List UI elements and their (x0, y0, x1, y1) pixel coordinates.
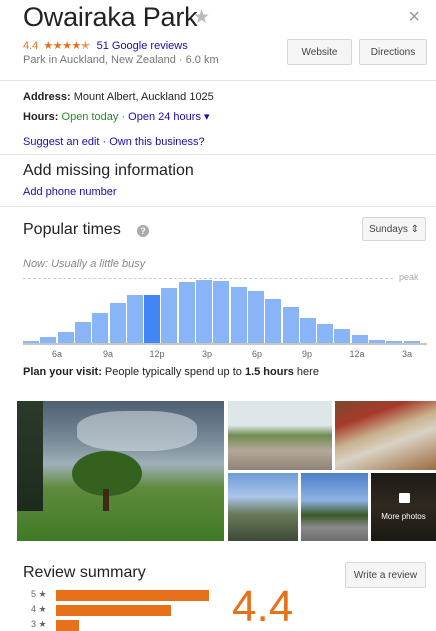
tick-label: 6a (51, 349, 63, 359)
busyness-bar[interactable] (109, 303, 126, 343)
busyness-bar[interactable] (334, 329, 351, 343)
plan-duration: 1.5 hours (244, 366, 294, 378)
chart-baseline (23, 343, 427, 345)
photo-left-tree (17, 401, 43, 511)
photo-trunk (103, 489, 109, 511)
busyness-bar[interactable] (178, 282, 195, 343)
photo-grid: More photos (17, 401, 436, 541)
tick-label: 12a (349, 349, 365, 359)
write-review-button[interactable]: Write a review (345, 562, 426, 588)
busyness-bar[interactable] (317, 324, 334, 343)
tick-label: 12p (149, 349, 165, 359)
plan-visit: Plan your visit: People typically spend … (23, 366, 319, 378)
busyness-bar[interactable] (92, 313, 109, 343)
plan-text: People typically spend up to (101, 366, 245, 378)
busyness-bar[interactable] (161, 288, 178, 343)
tick-label: 3a (401, 349, 413, 359)
busyness-bar[interactable] (213, 281, 230, 343)
tick-label: 9a (102, 349, 114, 359)
histogram-star-label: 4 ★ (31, 604, 47, 614)
photo-thumbnail[interactable] (228, 401, 332, 470)
tick-label: 9p (301, 349, 313, 359)
histogram-bar (56, 620, 79, 631)
busyness-bar[interactable] (196, 280, 212, 343)
busyness-bar[interactable] (230, 287, 247, 343)
busyness-bar[interactable] (74, 322, 91, 343)
more-photos-overlay (371, 473, 436, 541)
busyness-bar[interactable] (247, 291, 264, 343)
histogram-bar (56, 605, 171, 616)
busyness-bar[interactable] (299, 318, 316, 343)
review-summary-title: Review summary (23, 564, 146, 581)
photo-thumbnail[interactable] (301, 473, 368, 541)
plan-label: Plan your visit: (23, 366, 102, 378)
busyness-bar[interactable] (265, 299, 282, 343)
plan-tail: here (293, 366, 319, 378)
photo-main[interactable] (17, 401, 224, 541)
busyness-bar[interactable] (126, 295, 143, 343)
histogram-star-label: 5 ★ (31, 589, 47, 599)
histogram-star-label: 3 ★ (31, 619, 47, 629)
busyness-bar[interactable] (144, 295, 161, 343)
photos-icon (399, 493, 410, 503)
tick-label: 6p (251, 349, 263, 359)
photo-cloud (77, 411, 197, 451)
tick-label: 3p (201, 349, 213, 359)
popular-times-chart (0, 0, 436, 350)
busyness-bar[interactable] (57, 332, 74, 343)
more-photos-label: More photos (381, 512, 426, 521)
histogram-bar (56, 590, 209, 601)
photo-thumbnail[interactable] (228, 473, 298, 541)
busyness-bar[interactable] (351, 335, 368, 343)
more-photos-tile[interactable]: More photos (371, 473, 436, 541)
photo-thumbnail[interactable] (335, 401, 436, 470)
busyness-bar[interactable] (282, 307, 299, 343)
average-rating: 4.4 (232, 582, 294, 631)
